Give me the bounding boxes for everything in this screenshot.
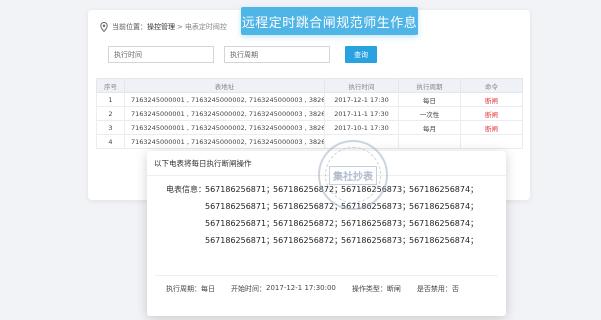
cell-address: 7163245000001 , 7163245000002, 716324500… bbox=[124, 134, 325, 149]
cell-cycle: 一次性 bbox=[398, 106, 461, 121]
cell-command[interactable] bbox=[460, 134, 523, 149]
breadcrumb-current-label: 当前位置： bbox=[112, 23, 147, 31]
cell-address: 7163245000001 , 7163245000002, 716324500… bbox=[124, 120, 325, 135]
cell-cycle bbox=[398, 134, 461, 149]
exec-time-placeholder: 执行时间 bbox=[114, 50, 142, 59]
start-value: 2017-12-1 17:30:00 bbox=[266, 284, 336, 292]
footer-divider bbox=[155, 275, 498, 276]
cell-command[interactable]: 断闸 bbox=[460, 92, 523, 107]
op-value: 断闸 bbox=[386, 285, 401, 293]
query-button[interactable]: 查询 bbox=[345, 46, 377, 63]
footer-disable: 是否禁用： 否 bbox=[417, 284, 459, 294]
dialog-footer: 执行周期： 每日 开始时间： 2017-12-1 17:30:00 操作类型： … bbox=[166, 284, 459, 294]
meter-row: 567186256871； 567186256872； 567186256873… bbox=[205, 218, 479, 229]
cell-cycle: 每日 bbox=[398, 92, 461, 107]
disable-value: 否 bbox=[451, 285, 459, 293]
meter-id: 567186256874； bbox=[409, 185, 479, 194]
meter-id: 567186256873； bbox=[341, 236, 411, 245]
meter-id: 567186256874； bbox=[409, 202, 479, 211]
cell-command[interactable]: 断闸 bbox=[460, 120, 523, 135]
start-label: 开始时间： bbox=[231, 285, 266, 293]
breadcrumb-item-meter-timer: 电表定时阀控 bbox=[184, 23, 227, 31]
table-row[interactable]: 4 7163245000001 , 7163245000002, 7163245… bbox=[96, 134, 523, 149]
table-row[interactable]: 1 7163245000001 , 7163245000002, 7163245… bbox=[96, 92, 523, 107]
meter-info-label: 电表信息： bbox=[166, 185, 206, 194]
watermark-text: 集社抄表 bbox=[329, 165, 377, 185]
cell-time: 2017-12-1 17:30 bbox=[324, 92, 399, 107]
feature-banner: 远程定时跳合闸规范师生作息 bbox=[241, 7, 418, 35]
meter-id: 567186256871； bbox=[205, 219, 275, 228]
cycle-value: 每日 bbox=[201, 285, 215, 293]
exec-cycle-placeholder: 执行周期 bbox=[230, 50, 258, 59]
cell-time: 2017-11-1 17:30 bbox=[324, 106, 399, 121]
meter-id: 567186256871； bbox=[205, 185, 275, 194]
breadcrumb-separator: > bbox=[177, 23, 183, 31]
footer-start: 开始时间： 2017-12-1 17:30:00 bbox=[231, 284, 336, 294]
op-label: 操作类型： bbox=[351, 285, 387, 293]
cell-no: 2 bbox=[96, 106, 125, 121]
cell-address: 7163245000001 , 7163245000002, 716324500… bbox=[124, 92, 325, 107]
meter-id: 567186256871； bbox=[205, 236, 275, 245]
exec-cycle-input[interactable]: 执行周期 bbox=[224, 46, 330, 63]
table-row[interactable]: 3 7163245000001 , 7163245000002, 7163245… bbox=[96, 120, 523, 135]
meter-id: 567186256874； bbox=[409, 219, 479, 228]
meter-id: 567186256872； bbox=[273, 236, 343, 245]
location-pin-icon bbox=[100, 22, 108, 32]
cycle-label: 执行周期： bbox=[166, 285, 201, 293]
col-header-time: 执行时间 bbox=[324, 78, 399, 93]
cell-no: 4 bbox=[96, 134, 125, 149]
dialog-title: 以下电表将每日执行断闸操作 bbox=[154, 159, 252, 168]
meter-id: 567186256871； bbox=[205, 202, 275, 211]
footer-cycle: 执行周期： 每日 bbox=[166, 284, 215, 294]
meter-id: 567186256873； bbox=[341, 219, 411, 228]
disable-label: 是否禁用： bbox=[416, 285, 452, 293]
meter-id: 567186256872； bbox=[273, 219, 343, 228]
col-header-cycle: 执行周期 bbox=[398, 78, 461, 93]
footer-op: 操作类型： 断闸 bbox=[352, 284, 401, 294]
cell-no: 3 bbox=[96, 120, 125, 135]
meter-id: 567186256874； bbox=[409, 236, 479, 245]
table-header-row: 序号 表地址 执行时间 执行周期 命令 bbox=[96, 78, 523, 93]
watermark-seal: 集社抄表 bbox=[318, 140, 388, 210]
schedule-table: 序号 表地址 执行时间 执行周期 命令 1 7163245000001 , 71… bbox=[96, 78, 523, 149]
cell-cycle: 每月 bbox=[398, 120, 461, 135]
cell-no: 1 bbox=[96, 92, 125, 107]
exec-time-input[interactable]: 执行时间 bbox=[108, 46, 214, 63]
col-header-address: 表地址 bbox=[124, 78, 325, 93]
cell-command[interactable]: 断闸 bbox=[460, 106, 523, 121]
col-header-command: 命令 bbox=[460, 78, 523, 93]
breadcrumb-item-control[interactable]: 操控管理 bbox=[147, 22, 175, 32]
meter-row: 567186256871； 567186256872； 567186256873… bbox=[205, 235, 479, 246]
col-header-no: 序号 bbox=[96, 78, 125, 93]
table-row[interactable]: 2 7163245000001 , 7163245000002, 7163245… bbox=[96, 106, 523, 121]
cell-time: 2017-10-1 17:30 bbox=[324, 120, 399, 135]
cell-address: 7163245000001 , 7163245000002, 716324500… bbox=[124, 106, 325, 121]
breadcrumb: 当前位置： 操控管理 > 电表定时阀控 bbox=[100, 20, 227, 34]
